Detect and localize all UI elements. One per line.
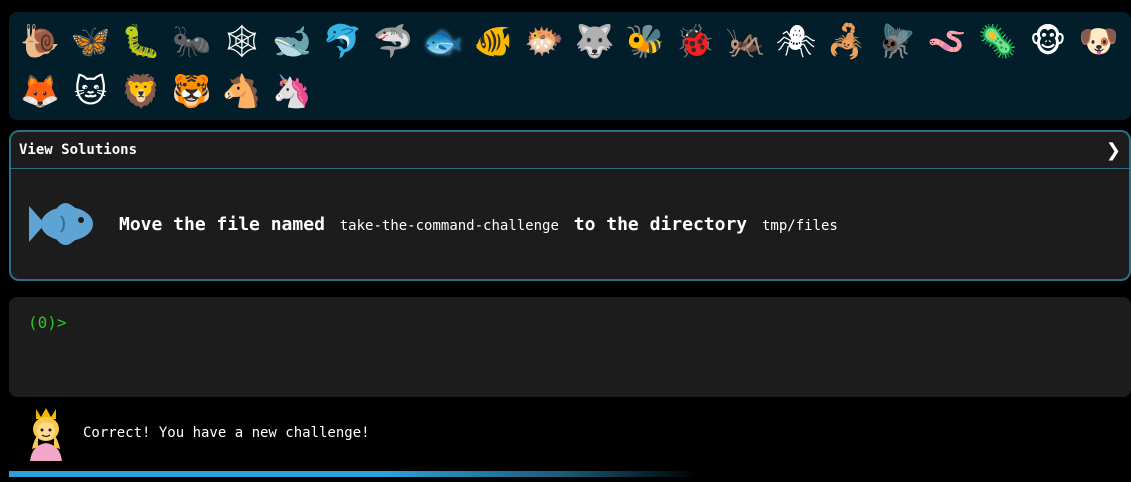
fox-glyph: 🦊	[20, 72, 61, 110]
shark-icon[interactable]: 🦈	[368, 16, 418, 66]
animal-level-strip: 🐌 🦋 🐛 🐜 🕸 🐋 🐬 🦈 🐟 🐠 🐡 🐺 🐝 🐞 🦗 🕷 🦂 🪰 🪱 🦠 🐵 🐶 🦊 🐱 🦁 🐯 🐴 🦄	[9, 12, 1131, 120]
shark-glyph: 🦈	[373, 22, 413, 60]
ant-glyph: 🐜	[171, 22, 212, 60]
cat-icon[interactable]: 🐱	[65, 66, 115, 116]
challenge-body: Move the file named take-the-command-cha…	[11, 169, 1129, 279]
challenge-instruction: Move the file named take-the-command-cha…	[119, 214, 842, 235]
ant-icon[interactable]: 🐜	[166, 16, 216, 66]
monkey-glyph: 🐵	[1029, 22, 1067, 60]
whale-glyph: 🐋	[272, 22, 313, 60]
fish-glyph: 🐟	[423, 22, 464, 60]
whale-icon[interactable]: 🐋	[267, 16, 317, 66]
horse-icon[interactable]: 🐴	[217, 66, 267, 116]
microbe-glyph: 🦠	[977, 22, 1018, 60]
view-solutions-label: View Solutions	[19, 142, 138, 158]
spider-web-glyph: 🕸	[221, 22, 263, 60]
spider-web-icon[interactable]: 🕸	[217, 16, 267, 66]
butterfly-icon[interactable]: 🦋	[65, 16, 115, 66]
directory-name: tmp/files	[761, 217, 838, 234]
cricket-glyph: 🦗	[725, 22, 766, 60]
chevron-right-icon: ❯	[1105, 139, 1121, 161]
terminal-input[interactable]: (0)>	[9, 297, 1131, 397]
snail-icon[interactable]: 🐌	[15, 16, 65, 66]
monkey-icon[interactable]: 🐵	[1023, 16, 1073, 66]
instruction-middle: to the directory	[573, 213, 748, 235]
dog-icon[interactable]: 🐶	[1073, 16, 1123, 66]
worm-icon[interactable]: 🪱	[922, 16, 972, 66]
dog-glyph: 🐶	[1078, 22, 1119, 60]
fly-icon[interactable]: 🪰	[872, 16, 922, 66]
ladybug-icon[interactable]: 🐞	[670, 16, 720, 66]
challenge-panel: View Solutions ❯ Move the file named tak…	[9, 130, 1131, 281]
scorpion-glyph: 🦂	[826, 22, 867, 60]
horse-glyph: 🐴	[221, 72, 262, 110]
terminal-prompt: (0)>	[28, 313, 67, 332]
fish-icon	[29, 203, 93, 245]
blowfish-icon[interactable]: 🐡	[519, 16, 569, 66]
bug-glyph: 🐛	[121, 22, 161, 60]
butterfly-glyph: 🦋	[70, 22, 111, 60]
bug-icon[interactable]: 🐛	[116, 16, 166, 66]
tropical-fish-glyph: 🐠	[473, 22, 514, 60]
lion-icon[interactable]: 🦁	[116, 66, 166, 116]
worm-glyph: 🪱	[927, 22, 968, 60]
spider-icon[interactable]: 🕷	[771, 16, 821, 66]
lion-glyph: 🦁	[121, 72, 161, 110]
feedback-message: Correct! You have a new challenge!	[83, 425, 370, 441]
snail-glyph: 🐌	[20, 22, 61, 60]
fox-icon[interactable]: 🦊	[15, 66, 65, 116]
wolf-glyph: 🐺	[574, 22, 615, 60]
fly-glyph: 🪰	[876, 22, 917, 60]
wolf-icon[interactable]: 🐺	[569, 16, 619, 66]
fish-icon[interactable]: 🐟	[418, 16, 468, 66]
tiger-glyph: 🐯	[171, 72, 212, 110]
cat-glyph: 🐱	[73, 72, 108, 110]
tiger-icon[interactable]: 🐯	[166, 66, 216, 116]
microbe-icon[interactable]: 🦠	[972, 16, 1022, 66]
princess-avatar-icon	[30, 408, 62, 461]
scorpion-icon[interactable]: 🦂	[821, 16, 871, 66]
view-solutions-toggle[interactable]: View Solutions ❯	[11, 132, 1129, 169]
unicorn-glyph: 🦄	[272, 72, 313, 110]
ladybug-glyph: 🐞	[675, 22, 716, 60]
tropical-fish-icon[interactable]: 🐠	[469, 16, 519, 66]
bee-icon[interactable]: 🐝	[620, 16, 670, 66]
bee-glyph: 🐝	[624, 22, 665, 60]
feedback-area: Correct! You have a new challenge!	[24, 405, 370, 461]
cricket-icon[interactable]: 🦗	[720, 16, 770, 66]
blowfish-glyph: 🐡	[524, 22, 565, 60]
progress-bar	[9, 471, 699, 477]
dolphin-icon[interactable]: 🐬	[317, 16, 367, 66]
instruction-prefix: Move the file named	[119, 213, 325, 235]
unicorn-icon[interactable]: 🦄	[267, 66, 317, 116]
dolphin-glyph: 🐬	[322, 22, 363, 60]
file-name: take-the-command-challenge	[339, 217, 559, 234]
spider-glyph: 🕷	[775, 22, 817, 60]
